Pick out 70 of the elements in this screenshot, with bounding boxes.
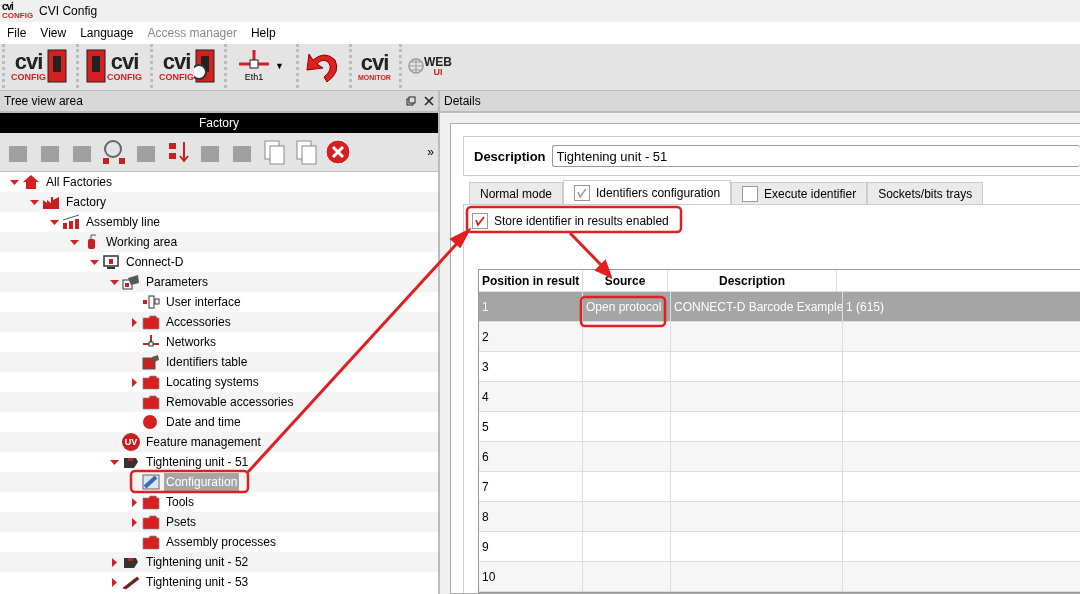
tree-node-icon xyxy=(142,474,160,490)
tree-node-icon xyxy=(62,214,80,230)
tree-item[interactable]: Factory xyxy=(64,193,108,211)
pane-title: Details xyxy=(444,94,481,108)
device-icon xyxy=(46,48,68,84)
tree-item[interactable]: Parameters xyxy=(144,273,211,291)
tree-item[interactable]: Assembly line xyxy=(84,213,163,231)
checkbox[interactable] xyxy=(574,184,591,201)
caret-icon[interactable]: ▼ xyxy=(275,61,284,71)
tree-item[interactable]: Psets xyxy=(164,513,198,531)
device-icon xyxy=(85,48,107,84)
table-cell: 10 xyxy=(479,562,583,592)
tree-item[interactable]: Locating systems xyxy=(164,373,261,391)
menu-item[interactable]: View xyxy=(40,26,67,40)
device-icon xyxy=(194,48,216,84)
tree-item[interactable]: Date and time xyxy=(164,413,243,431)
window-title: CVI Config xyxy=(39,4,98,18)
folder-icon xyxy=(142,374,160,390)
tree-item[interactable]: Tightening unit - 51 xyxy=(144,453,251,471)
network-icon xyxy=(237,50,272,72)
folder-icon xyxy=(142,534,160,550)
tree-item[interactable]: User interface xyxy=(164,293,243,311)
tree-item[interactable]: Connect-D xyxy=(124,253,186,271)
tree-item[interactable]: Working area xyxy=(104,233,180,251)
table-cell: 8 xyxy=(479,502,583,532)
tree-node-icon xyxy=(102,254,120,270)
tree-header: Factory xyxy=(0,113,438,133)
tree-item[interactable]: Accessories xyxy=(164,313,233,331)
folder-icon xyxy=(142,314,160,330)
table-cell: 6 xyxy=(479,442,583,472)
app-logo: cvi CONFIG xyxy=(2,2,34,20)
tree-item[interactable]: All Factories xyxy=(44,173,115,191)
field-label: Description xyxy=(474,148,546,164)
description-field[interactable]: Tightening unit - 51 xyxy=(551,145,1080,167)
tree-node-icon xyxy=(142,334,160,350)
checkbox[interactable] xyxy=(742,185,759,202)
tab[interactable]: Sockets/bits trays xyxy=(867,182,984,204)
tree-node-icon xyxy=(142,354,160,370)
tree-node-icon xyxy=(142,414,160,430)
tab[interactable]: Execute identifier xyxy=(731,182,868,204)
tree-node-icon xyxy=(142,294,160,310)
tree-item[interactable]: Networks xyxy=(164,333,218,351)
delete-icon[interactable] xyxy=(324,138,352,166)
tree-node-icon xyxy=(42,194,60,210)
tree-item[interactable]: Tightening unit - 53 xyxy=(144,573,251,591)
tree-node-icon xyxy=(122,574,140,590)
tree-node-icon xyxy=(22,174,40,190)
table-cell: 4 xyxy=(479,382,583,412)
tree-item[interactable]: Assembly processes xyxy=(164,533,279,551)
folder-icon xyxy=(142,394,160,410)
folder-icon xyxy=(142,514,160,530)
pane-title: Tree view area xyxy=(4,94,83,108)
feature-badge-icon: UV xyxy=(122,433,140,451)
globe-icon xyxy=(407,58,424,74)
tree-item[interactable]: Feature management xyxy=(144,433,263,451)
network-search-icon[interactable] xyxy=(100,138,128,166)
menu-item[interactable]: Language xyxy=(80,26,134,40)
menu-item[interactable]: Help xyxy=(250,26,276,40)
tree-item[interactable]: Identifiers table xyxy=(164,353,250,371)
tab[interactable]: Normal mode xyxy=(469,182,564,204)
checkbox-label: Store identifier in results enabled xyxy=(494,214,669,228)
table-cell: 2 xyxy=(479,322,583,352)
menu-item[interactable]: File xyxy=(7,26,27,40)
close-icon[interactable] xyxy=(424,96,434,106)
float-icon[interactable] xyxy=(406,96,416,106)
checkbox[interactable] xyxy=(472,213,488,229)
tab[interactable]: Identifiers configuration xyxy=(563,180,732,204)
tree-item[interactable]: Tools xyxy=(164,493,196,511)
folder-icon xyxy=(142,494,160,510)
more-button[interactable]: » xyxy=(427,145,434,159)
